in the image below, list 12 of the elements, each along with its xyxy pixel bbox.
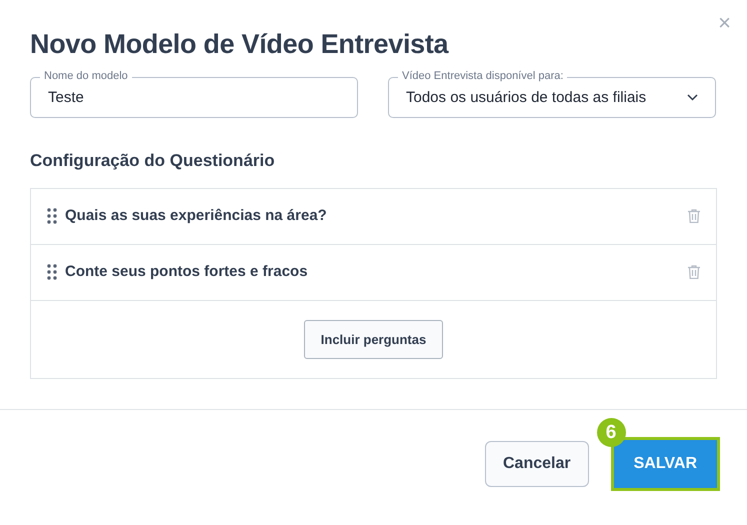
dialog-title: Novo Modelo de Vídeo Entrevista: [30, 28, 450, 60]
select-value: Todos os usuários de todas as filiais: [406, 88, 646, 108]
section-heading: Configuração do Questionário: [30, 150, 276, 172]
question-text: Conte seus pontos fortes e fracos: [65, 262, 309, 282]
drag-handle-icon[interactable]: [47, 264, 57, 280]
question-text: Quais as suas experiências na área?: [65, 206, 328, 226]
step-badge: 6: [596, 418, 626, 448]
drag-handle-icon[interactable]: [47, 208, 57, 224]
chevron-down-icon: [687, 94, 698, 102]
field-label: Vídeo Entrevista disponível para:: [398, 70, 568, 84]
cancel-button[interactable]: Cancelar: [485, 441, 589, 488]
add-questions-button[interactable]: Incluir perguntas: [304, 320, 444, 360]
